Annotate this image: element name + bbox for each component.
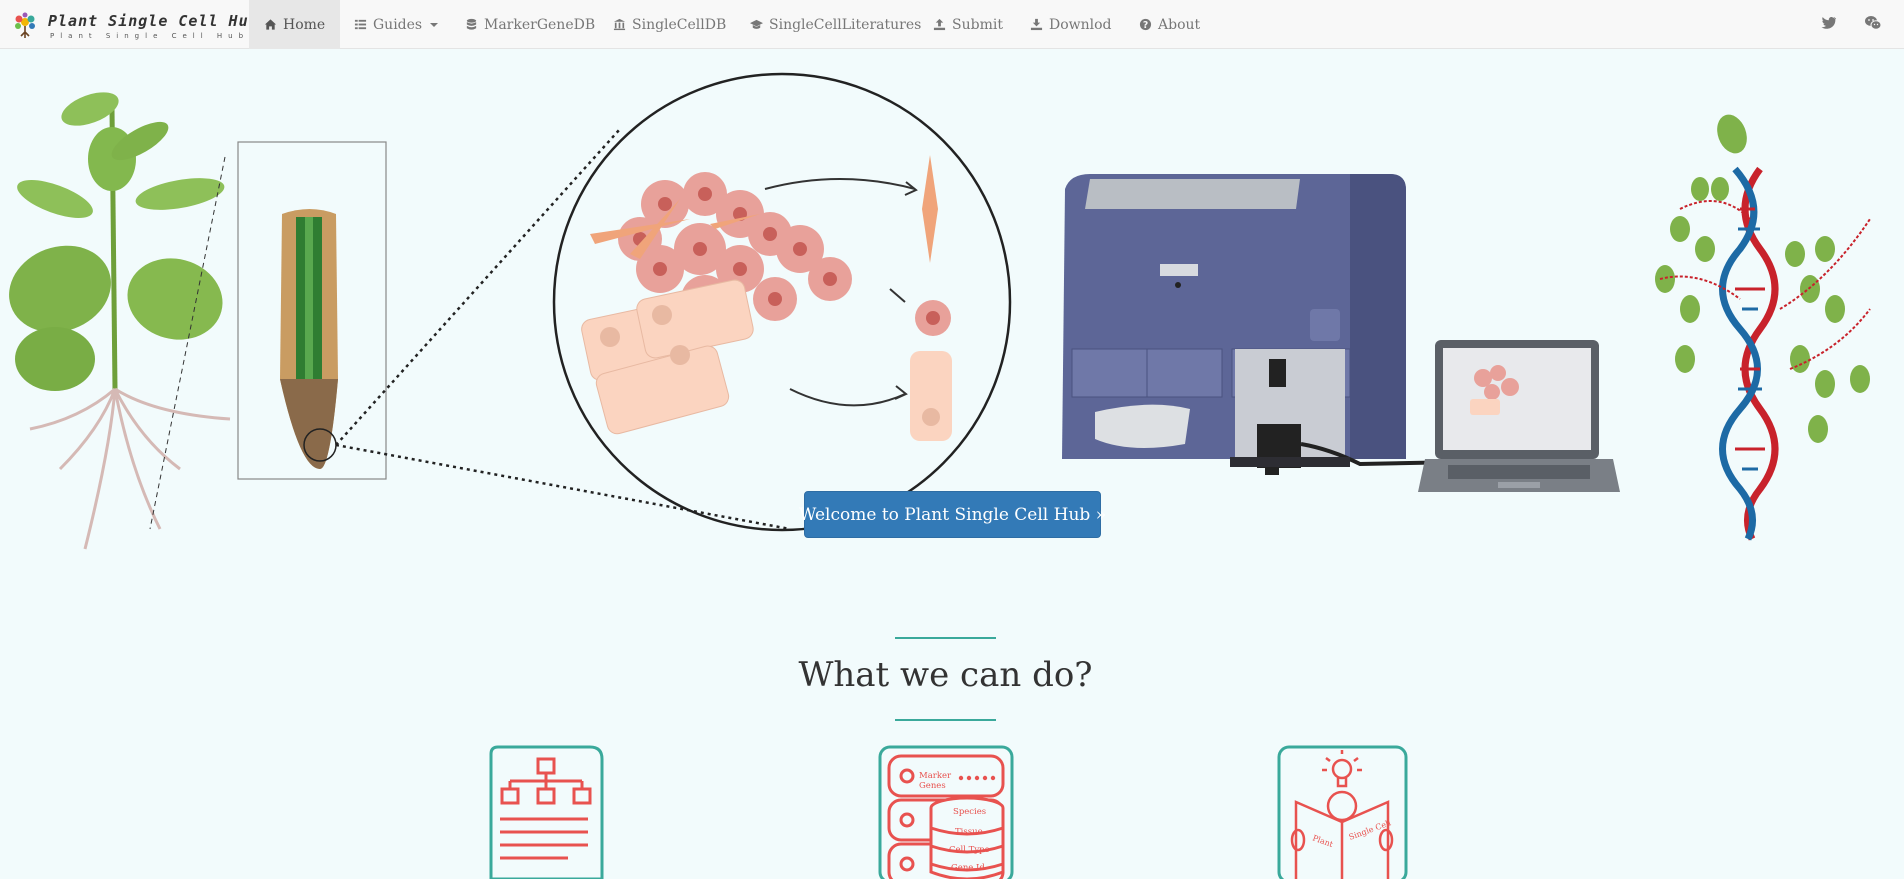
wechat-icon[interactable] xyxy=(1864,14,1882,32)
twitter-icon[interactable] xyxy=(1820,14,1838,32)
db-label-marker-genes: Marker xyxy=(919,771,952,781)
nav-download-label: Downlod xyxy=(1049,16,1112,33)
laptop-icon xyxy=(1418,340,1620,492)
nav-markergenedb[interactable]: MarkerGeneDB xyxy=(465,0,595,49)
database-server-icon: Marker Genes Species Tissue Cell Type Ge… xyxy=(878,745,1014,879)
nav-markergenedb-label: MarkerGeneDB xyxy=(484,16,596,33)
section-title: What we can do? xyxy=(798,655,1093,695)
nav-singlecelldb-label: SingleCellDB xyxy=(632,16,727,33)
nav-home-label: Home xyxy=(283,16,326,33)
sequencing-instrument-image xyxy=(1062,174,1461,475)
nav-singlecellliteratures-label: SingleCellLiteratures xyxy=(769,16,922,33)
nav-submit-label: Submit xyxy=(952,16,1003,33)
cell-dissociation-diagram xyxy=(552,72,1012,532)
database-icon xyxy=(465,18,478,31)
db-label-tissue: Tissue xyxy=(955,827,983,837)
hero-banner: Welcome to Plant Single Cell Hub » xyxy=(0,49,1904,589)
brand-title: Plant Single Cell Hub xyxy=(48,12,259,30)
download-icon xyxy=(1030,18,1043,31)
brand-logo[interactable]: Plant Single Cell Hub Plant Single Cell … xyxy=(10,8,258,42)
upload-icon xyxy=(933,18,946,31)
top-navbar: Plant Single Cell Hub Plant Single Cell … xyxy=(0,0,1904,49)
home-icon xyxy=(264,18,277,31)
bank-icon xyxy=(613,18,626,31)
db-label-cell-type: Cell Type xyxy=(949,845,990,855)
question-circle-icon: ? xyxy=(1139,18,1152,31)
list-icon xyxy=(354,18,367,31)
section-divider-top xyxy=(895,637,996,639)
brand-subtitle: Plant Single Cell Hub xyxy=(50,32,250,40)
plant-icon xyxy=(9,92,231,550)
nav-guides[interactable]: Guides xyxy=(354,0,439,49)
svg-text:?: ? xyxy=(1143,20,1148,31)
nav-about-label: About xyxy=(1158,16,1201,33)
nav-download[interactable]: Downlod xyxy=(1030,0,1112,49)
sitemap-document-icon xyxy=(489,745,604,879)
logo-mark-icon xyxy=(15,12,35,38)
nav-singlecelldb[interactable]: SingleCellDB xyxy=(613,0,726,49)
single-cell-book-icon: Plant Single Cell xyxy=(1277,745,1408,879)
welcome-button[interactable]: Welcome to Plant Single Cell Hub » xyxy=(799,491,1106,538)
nav-singlecellliteratures[interactable]: SingleCellLiteratures xyxy=(750,0,921,49)
chevron-down-icon xyxy=(430,22,439,27)
nav-submit[interactable]: Submit xyxy=(933,0,1003,49)
db-label-species: Species xyxy=(953,807,986,817)
nav-guides-label: Guides xyxy=(373,16,423,33)
book-label-plant: Plant xyxy=(1311,833,1335,849)
db-label-gene-id: Gene Id xyxy=(951,863,985,873)
nav-home[interactable]: Home xyxy=(249,0,341,49)
graduation-cap-icon xyxy=(750,18,763,31)
dna-helix-icon xyxy=(1655,114,1871,541)
db-label-genes: Genes xyxy=(919,781,946,791)
section-divider-bottom xyxy=(895,719,996,721)
nav-about[interactable]: ? About xyxy=(1139,0,1200,49)
